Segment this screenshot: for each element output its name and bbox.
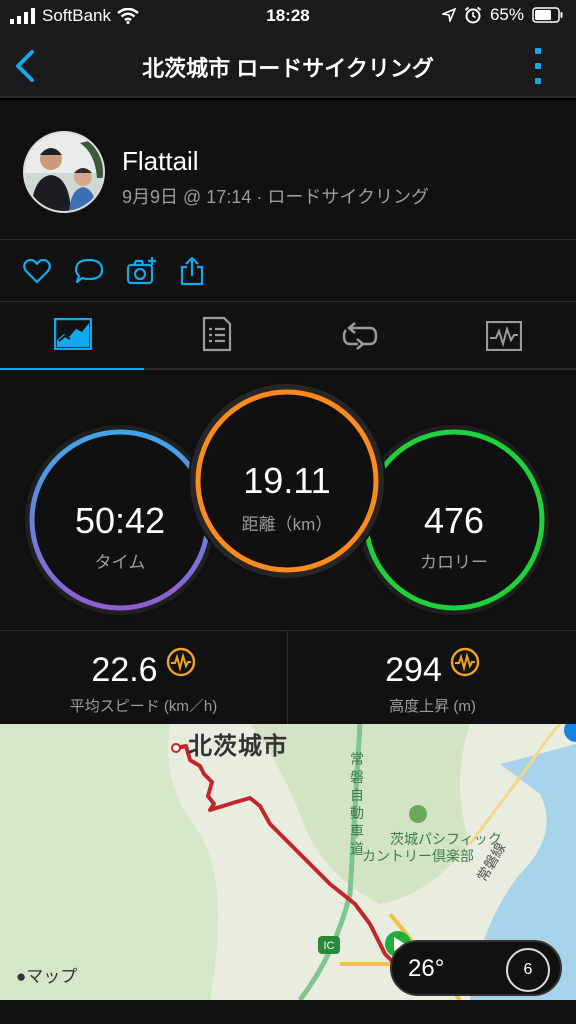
tab-laps[interactable] xyxy=(288,302,432,370)
elevation-value-row: 294 xyxy=(289,647,576,690)
overview-tab-icon xyxy=(54,318,92,350)
nav-bar: 北茨城市 ロードサイクリング xyxy=(0,34,576,98)
wind-speed-dial: 6 xyxy=(506,948,550,992)
avg-speed-value: 22.6 xyxy=(91,651,158,689)
status-right: 65% xyxy=(441,5,564,25)
svg-text:自: 自 xyxy=(350,788,364,804)
svg-text:カントリー倶楽部: カントリー倶楽部 xyxy=(362,849,474,865)
avg-speed-label: 平均スピード (km／h) xyxy=(69,698,218,715)
bottom-section-strip xyxy=(0,1000,576,1024)
metric-divider xyxy=(287,631,288,725)
distance-ring[interactable]: 19.11 距離（km） xyxy=(188,382,386,580)
comment-icon[interactable] xyxy=(74,256,104,286)
more-options-icon[interactable] xyxy=(534,48,542,84)
laps-tab-icon xyxy=(342,322,378,350)
apple-logo-icon: ● xyxy=(16,967,27,986)
wind-speed-value: 6 xyxy=(523,961,533,978)
insight-badge-icon xyxy=(166,647,195,677)
distance-value: 19.11 xyxy=(243,460,331,501)
temperature-value: 26° xyxy=(408,955,445,982)
elevation-gain-value: 294 xyxy=(385,651,442,689)
avg-speed-value-row: 22.6 xyxy=(0,647,287,690)
elevation-gain-metric[interactable]: 294 高度上昇 (m) xyxy=(289,631,576,725)
maps-attribution: ●マップ xyxy=(16,962,77,987)
svg-text:磐: 磐 xyxy=(350,770,364,786)
page-title: 北茨城市 ロードサイクリング xyxy=(142,56,434,81)
elevation-gain-label: 高度上昇 (m) xyxy=(389,698,476,715)
distance-label: 距離（km） xyxy=(241,515,333,534)
svg-text:車: 車 xyxy=(350,823,364,840)
activity-date-type: 9月9日 @ 17:14 · ロードサイクリング xyxy=(122,187,429,207)
tab-overview[interactable] xyxy=(0,302,144,372)
map-city-label: 北茨城市 xyxy=(188,733,288,760)
avatar-photo xyxy=(25,133,103,211)
add-photo-icon[interactable] xyxy=(126,256,156,286)
avatar[interactable] xyxy=(23,131,105,213)
weather-pill[interactable]: 26° 6 xyxy=(390,940,562,996)
summary-rings: 50:42 タイム 476 カロリー 19.11 距離（km） xyxy=(0,370,576,630)
activity-tabs xyxy=(0,302,576,372)
insight-badge-icon xyxy=(450,647,480,677)
location-arrow-icon xyxy=(441,8,456,22)
athlete-name[interactable]: Flattail xyxy=(122,146,199,177)
share-icon[interactable] xyxy=(178,256,208,286)
tab-details[interactable] xyxy=(144,302,288,370)
activity-header: Flattail 9月9日 @ 17:14 · ロードサイクリング xyxy=(0,100,576,240)
maps-attribution-text: マップ xyxy=(26,967,78,986)
details-tab-icon xyxy=(202,316,232,352)
metrics-row: 22.6 平均スピード (km／h) 294 高度上昇 (m) xyxy=(0,630,576,725)
battery-percent: 65% xyxy=(489,5,524,24)
social-actions xyxy=(0,240,576,302)
svg-text:動: 動 xyxy=(350,806,364,822)
svg-text:IC: IC xyxy=(324,940,335,952)
status-bar: SoftBank 18:28 65% xyxy=(0,0,576,34)
like-heart-icon[interactable] xyxy=(22,256,52,286)
avg-speed-metric[interactable]: 22.6 平均スピード (km／h) xyxy=(0,631,287,725)
charts-tab-icon xyxy=(486,321,522,351)
battery-icon xyxy=(532,7,563,23)
alarm-icon xyxy=(464,6,482,24)
svg-text:常: 常 xyxy=(350,752,364,768)
route-map[interactable]: IC 常 磐 自 動 車 道 茨城パシフィック カントリー倶楽部 常磐線 北茨城… xyxy=(0,724,576,1000)
svg-text:茨城パシフィック: 茨城パシフィック xyxy=(390,832,502,848)
tab-charts[interactable] xyxy=(432,302,576,370)
